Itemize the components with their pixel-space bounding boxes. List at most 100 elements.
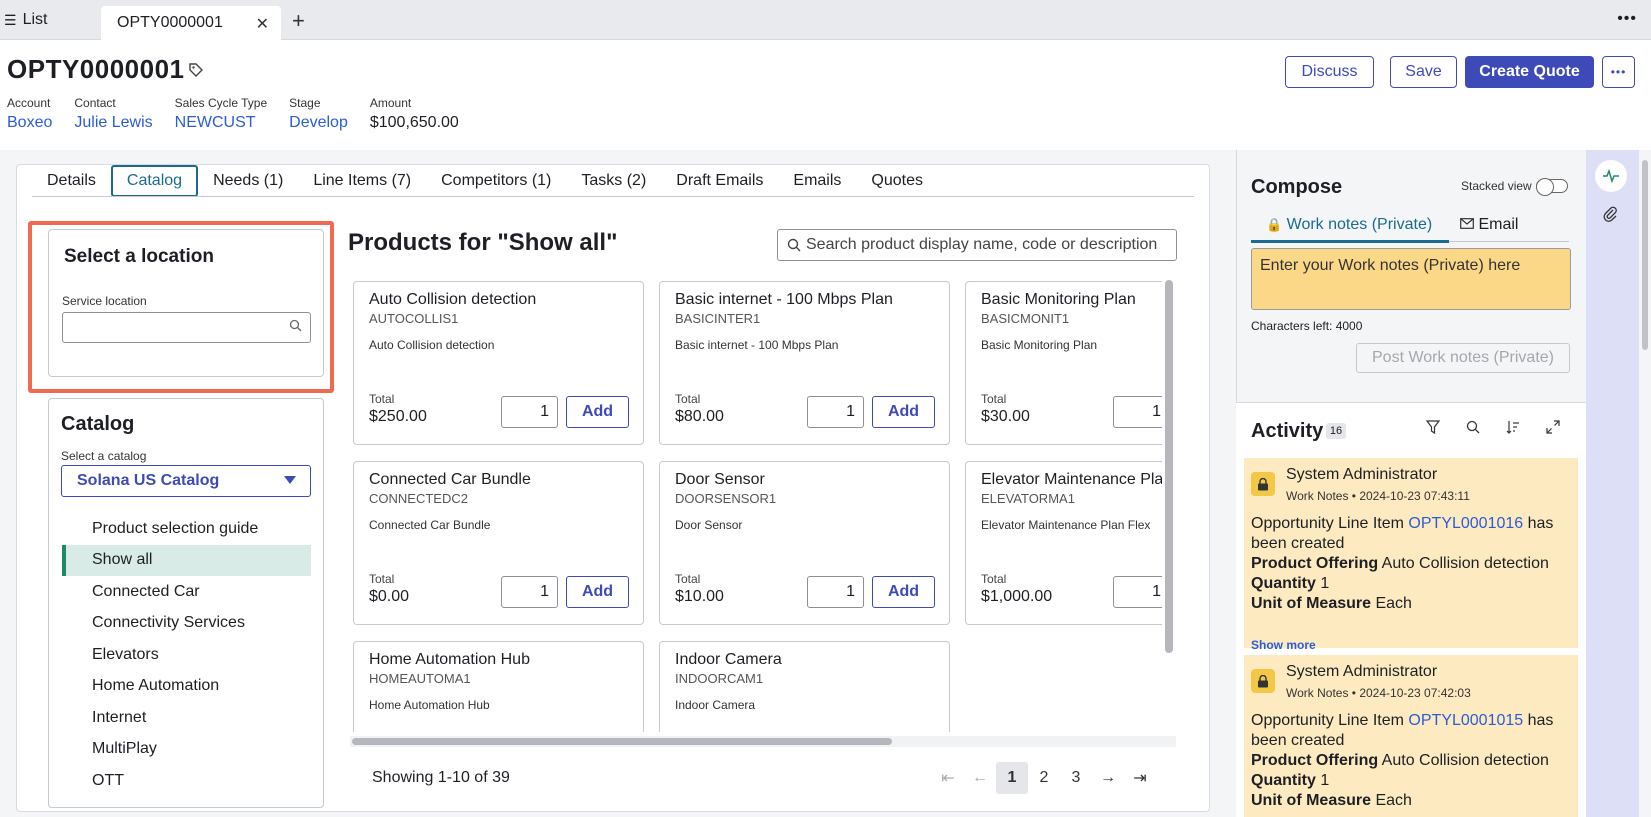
- catalog-select[interactable]: Solana US Catalog: [61, 465, 311, 497]
- tab-record[interactable]: OPTY0000001 ✕: [101, 6, 281, 40]
- contact-link[interactable]: Julie Lewis: [74, 114, 152, 132]
- sort-icon[interactable]: [1506, 420, 1520, 438]
- category-show-all[interactable]: Show all: [62, 544, 311, 576]
- amount-value: $100,650.00: [369, 114, 459, 131]
- product-card: Auto Collision detection AUTOCOLLIS1 Aut…: [353, 281, 644, 445]
- create-quote-button[interactable]: Create Quote: [1465, 56, 1594, 88]
- showing-count: Showing 1-10 of 39: [372, 769, 510, 786]
- product-search-input[interactable]: Search product display name, code or des…: [777, 229, 1177, 261]
- tab-email[interactable]: Email: [1460, 216, 1518, 234]
- tab-line-items[interactable]: Line Items (7): [298, 165, 426, 197]
- mail-icon: [1460, 216, 1478, 233]
- tag-icon[interactable]: [188, 62, 204, 83]
- activity-author: System Administrator: [1286, 466, 1438, 483]
- category-connectivity-services[interactable]: Connectivity Services: [62, 608, 311, 640]
- add-tab-icon[interactable]: +: [292, 8, 305, 34]
- activity-entry: System Administrator Work Notes • 2024-1…: [1244, 458, 1578, 652]
- activity-count-badge: 16: [1326, 423, 1346, 439]
- product-card: Door Sensor DOORSENSOR1 Door Sensor Tota…: [659, 461, 950, 625]
- page-1-button[interactable]: 1: [996, 762, 1028, 794]
- first-page-icon[interactable]: ⇤: [932, 762, 964, 794]
- product-name[interactable]: Elevator Maintenance Plan: [981, 471, 1162, 489]
- tab-emails[interactable]: Emails: [778, 165, 856, 197]
- expand-icon[interactable]: [1546, 420, 1560, 438]
- stacked-view-toggle[interactable]: [1536, 178, 1568, 196]
- tab-draft-emails[interactable]: Draft Emails: [661, 165, 778, 197]
- line-item-link[interactable]: OPTYL0001015: [1408, 712, 1523, 729]
- product-card: Basic internet - 100 Mbps Plan BASICINTE…: [659, 281, 950, 445]
- category-internet[interactable]: Internet: [62, 702, 311, 734]
- product-card: Elevator Maintenance Plan ELEVATORMA1 El…: [965, 461, 1162, 625]
- activity-title: Activity: [1251, 420, 1324, 442]
- quantity-input[interactable]: 1: [1113, 576, 1162, 608]
- category-ott[interactable]: OTT: [62, 765, 311, 797]
- category-elevators[interactable]: Elevators: [62, 639, 311, 671]
- more-actions-button[interactable]: •••: [1602, 56, 1635, 88]
- post-work-notes-button[interactable]: Post Work notes (Private): [1356, 343, 1570, 373]
- add-button[interactable]: Add: [872, 396, 935, 428]
- attachment-icon[interactable]: [1603, 206, 1617, 227]
- quantity-input[interactable]: 1: [807, 576, 864, 608]
- stage-link[interactable]: Develop: [289, 114, 348, 132]
- side-rail: [1586, 150, 1639, 817]
- product-name[interactable]: Door Sensor: [675, 471, 765, 489]
- list-icon: ☰: [4, 11, 17, 28]
- line-item-link[interactable]: OPTYL0001016: [1408, 515, 1523, 532]
- field-account: Account Boxeo: [7, 96, 53, 132]
- add-button[interactable]: Add: [566, 396, 629, 428]
- search-icon[interactable]: [289, 319, 302, 335]
- page-scrollbar[interactable]: [1639, 150, 1651, 817]
- product-grid: Auto Collision detection AUTOCOLLIS1 Aut…: [350, 280, 1162, 732]
- browser-tab-strip: ☰ List OPTY0000001 ✕ + •••: [0, 0, 1651, 40]
- tab-tasks[interactable]: Tasks (2): [566, 165, 661, 197]
- filter-icon[interactable]: [1425, 420, 1441, 438]
- next-page-icon[interactable]: →: [1092, 762, 1124, 794]
- product-name[interactable]: Basic internet - 100 Mbps Plan: [675, 291, 893, 309]
- quantity-input[interactable]: 1: [501, 576, 558, 608]
- activity-pulse-icon[interactable]: [1595, 160, 1627, 192]
- work-notes-textarea[interactable]: Enter your Work notes (Private) here: [1251, 248, 1571, 310]
- product-name[interactable]: Auto Collision detection: [369, 291, 536, 309]
- category-multiplay[interactable]: MultiPlay: [62, 734, 311, 766]
- product-grid-horizontal-scrollbar[interactable]: [352, 738, 892, 745]
- quantity-input[interactable]: 1: [501, 396, 558, 428]
- product-name[interactable]: Connected Car Bundle: [369, 471, 531, 489]
- category-connected-car[interactable]: Connected Car: [62, 576, 311, 608]
- tab-needs[interactable]: Needs (1): [198, 165, 298, 197]
- search-icon: [787, 238, 801, 255]
- tab-details[interactable]: Details: [32, 165, 111, 197]
- product-name[interactable]: Indoor Camera: [675, 651, 782, 669]
- tab-competitors[interactable]: Competitors (1): [426, 165, 566, 197]
- close-icon[interactable]: ✕: [256, 14, 269, 34]
- show-more-link[interactable]: Show more: [1251, 638, 1316, 652]
- quantity-input[interactable]: 1: [1113, 396, 1162, 428]
- last-page-icon[interactable]: ⇥: [1124, 762, 1156, 794]
- product-name[interactable]: Basic Monitoring Plan: [981, 291, 1136, 309]
- total-label: Total: [981, 572, 1007, 586]
- product-desc: Auto Collision detection: [369, 338, 495, 352]
- add-button[interactable]: Add: [566, 576, 629, 608]
- category-product-selection-guide[interactable]: Product selection guide: [62, 513, 311, 545]
- tab-work-notes[interactable]: 🔒 Work notes (Private): [1266, 216, 1432, 234]
- tab-list[interactable]: ☰ List: [0, 0, 47, 40]
- product-name[interactable]: Home Automation Hub: [369, 651, 530, 669]
- product-price: $10.00: [675, 588, 724, 605]
- service-location-input[interactable]: [62, 312, 311, 343]
- tab-catalog[interactable]: Catalog: [110, 165, 199, 197]
- discuss-button[interactable]: Discuss: [1285, 56, 1374, 88]
- page-title: OPTY0000001: [7, 54, 185, 84]
- page-2-button[interactable]: 2: [1028, 762, 1060, 794]
- search-icon[interactable]: [1466, 420, 1480, 438]
- prev-page-icon[interactable]: ←: [964, 762, 996, 794]
- sales-cycle-link[interactable]: NEWCUST: [175, 114, 268, 132]
- save-button[interactable]: Save: [1390, 56, 1457, 88]
- quantity-input[interactable]: 1: [807, 396, 864, 428]
- tab-quotes[interactable]: Quotes: [856, 165, 938, 197]
- account-link[interactable]: Boxeo: [7, 114, 52, 132]
- page-3-button[interactable]: 3: [1060, 762, 1092, 794]
- add-button[interactable]: Add: [872, 576, 935, 608]
- select-catalog-label: Select a catalog: [61, 449, 147, 463]
- product-grid-vertical-scrollbar[interactable]: [1165, 280, 1173, 653]
- category-home-automation[interactable]: Home Automation: [62, 671, 311, 703]
- more-icon[interactable]: •••: [1617, 10, 1637, 28]
